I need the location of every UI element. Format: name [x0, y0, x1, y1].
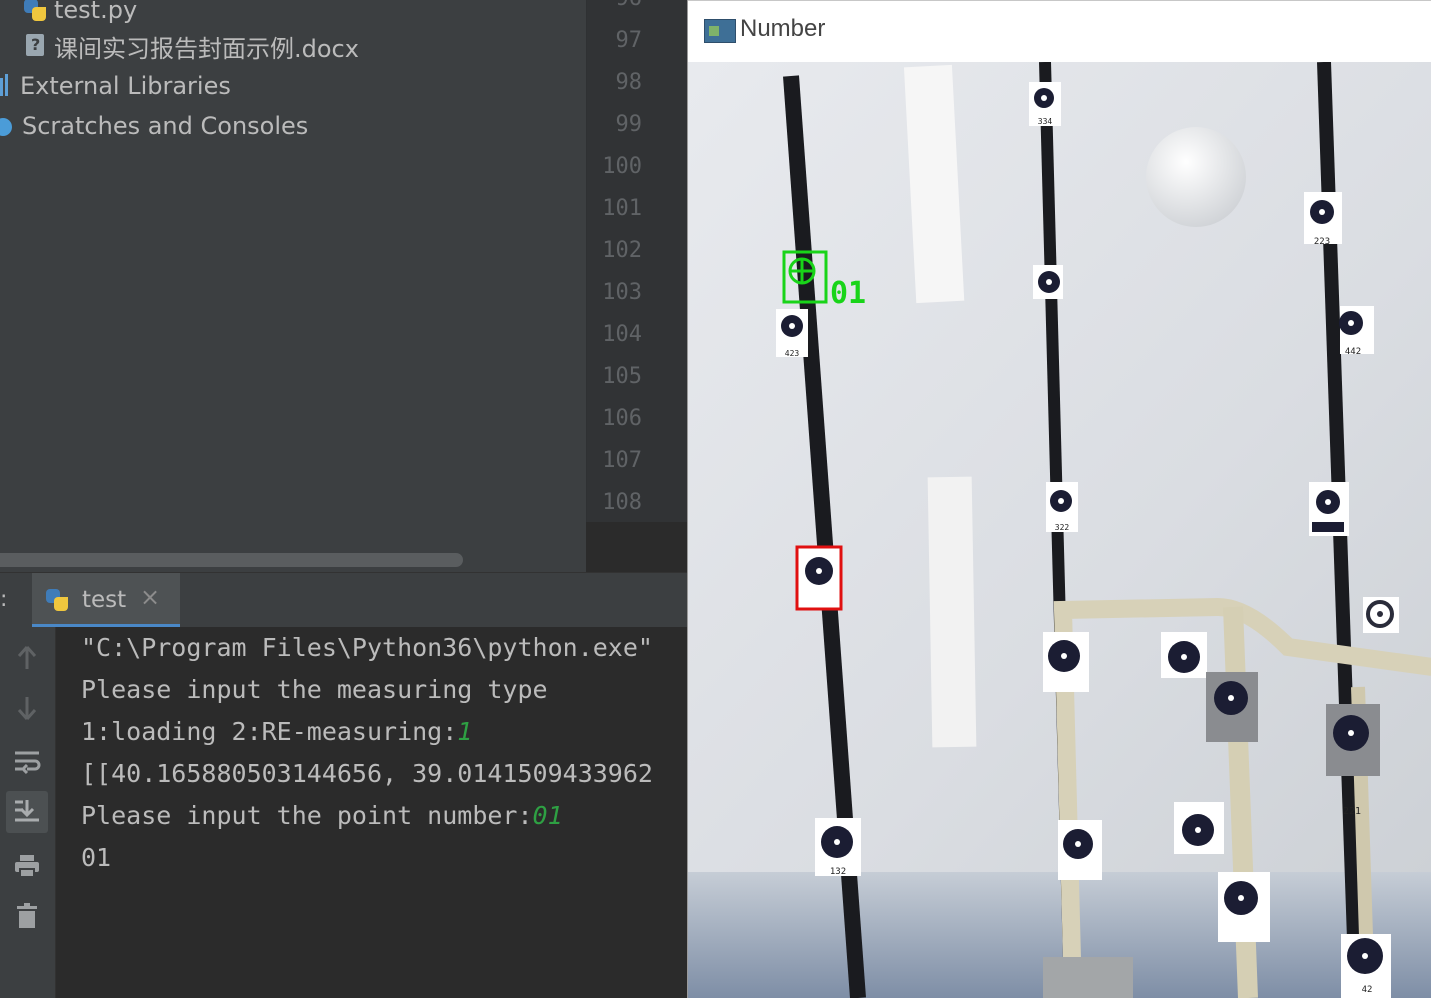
python-file-icon — [22, 0, 48, 23]
tree-item-external-libraries[interactable]: External Libraries — [0, 68, 231, 104]
target — [1363, 597, 1399, 633]
tree-item-label: 课间实习报告封面示例.docx — [54, 34, 359, 63]
target-label: 334 — [1038, 117, 1053, 126]
console-line: Please input the point number:01 — [81, 801, 563, 830]
window-title: Number — [740, 15, 826, 42]
selected-point-label: 01 — [830, 276, 866, 311]
tree-item-label: test.py — [54, 0, 138, 24]
trash-icon[interactable] — [6, 895, 48, 937]
target: 42 — [1341, 934, 1391, 998]
console-line: [[40.165880503144656, 39.0141509433962 — [81, 759, 653, 788]
line-number: 107 — [602, 448, 642, 473]
tree-item-label: External Libraries — [20, 72, 231, 100]
console-line: "C:\Program Files\Python36\python.exe" — [81, 633, 653, 662]
console-line: 01 — [81, 843, 112, 872]
line-number: 103 — [602, 280, 642, 305]
line-number: 104 — [602, 322, 642, 347]
foam-strip — [927, 476, 977, 748]
line-number: 106 — [602, 406, 642, 431]
target: 334 — [1029, 82, 1061, 126]
target: 442 — [1339, 306, 1374, 357]
target — [1174, 802, 1224, 854]
line-number: 99 — [615, 112, 643, 137]
library-icon — [0, 74, 14, 98]
line-number: 97 — [615, 28, 643, 53]
target — [1309, 482, 1349, 536]
tab-label: test — [82, 587, 127, 613]
tab-test[interactable]: test × — [32, 573, 180, 627]
line-number-gutter: 96 97 98 99 100 101 102 103 104 105 106 … — [586, 0, 688, 572]
target — [798, 546, 840, 608]
console-line: 1:loading 2:RE-measuring:1 — [81, 717, 473, 746]
unknown-file-icon: ? — [22, 32, 48, 60]
line-number: 98 — [615, 70, 643, 95]
project-tree-panel: test.py ? 课间实习报告封面示例.docx External Libra… — [0, 0, 586, 572]
up-arrow-icon[interactable] — [6, 637, 48, 679]
window-icon — [704, 19, 736, 43]
line-number: 100 — [602, 154, 642, 179]
line-number: 96 — [587, 0, 643, 20]
python-icon — [44, 587, 70, 613]
target-label: 442 — [1345, 347, 1361, 357]
tree-item-docx[interactable]: ? 课间实习报告封面示例.docx — [22, 28, 359, 64]
target-label: 322 — [1055, 523, 1070, 532]
target-label: 42 — [1362, 985, 1373, 995]
image-window[interactable]: Number 334 223 442 423 322 221 132 42 01 — [687, 0, 1431, 998]
target: 132 — [815, 818, 861, 877]
scratches-icon — [0, 114, 16, 138]
white-ball — [1146, 127, 1246, 227]
pipe-base — [1043, 957, 1133, 998]
target: 322 — [1046, 482, 1078, 532]
run-header-prefix: : — [0, 587, 8, 612]
target — [1218, 872, 1270, 942]
line-number: 102 — [602, 238, 642, 263]
target-label: 132 — [830, 867, 846, 877]
tree-item-test-py[interactable]: test.py — [22, 0, 137, 28]
user-input: 01 — [532, 801, 563, 830]
console-line: Please input the measuring type — [81, 675, 548, 704]
target: 423 — [776, 309, 808, 358]
editor-background — [586, 522, 687, 572]
target — [1043, 632, 1089, 692]
print-icon[interactable] — [6, 845, 48, 887]
image-window-titlebar[interactable]: Number — [688, 0, 1431, 63]
run-toolbar — [0, 627, 56, 998]
soft-wrap-icon[interactable] — [6, 741, 48, 783]
target-label: 223 — [1314, 237, 1330, 247]
run-tool-window-header: : test × — [0, 572, 687, 627]
target — [1206, 672, 1258, 742]
console-output[interactable]: "C:\Program Files\Python36\python.exe" P… — [56, 627, 687, 998]
camera-image[interactable]: 334 223 442 423 322 221 132 42 01 — [688, 62, 1431, 998]
target: 223 — [1304, 192, 1342, 247]
user-input: 1 — [457, 717, 473, 746]
tree-item-scratches[interactable]: Scratches and Consoles — [0, 108, 308, 144]
scroll-to-end-icon[interactable] — [6, 791, 48, 833]
target — [1161, 632, 1207, 678]
target-label: 221 — [1343, 806, 1361, 817]
line-number: 105 — [602, 364, 642, 389]
target — [1058, 820, 1102, 880]
tree-item-label: Scratches and Consoles — [22, 112, 309, 140]
target — [1033, 265, 1063, 299]
line-number: 108 — [602, 490, 642, 515]
target-label: 423 — [785, 349, 800, 358]
down-arrow-icon[interactable] — [6, 687, 48, 729]
close-icon[interactable]: × — [140, 583, 160, 611]
horizontal-scrollbar[interactable] — [0, 553, 463, 567]
line-number: 101 — [602, 196, 642, 221]
